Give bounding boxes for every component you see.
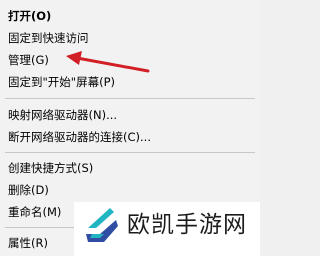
menu-item-delete[interactable]: 删除(D) — [0, 179, 260, 201]
menu-item-pin-quick-access[interactable]: 固定到快速访问 — [0, 27, 260, 49]
menu-item-map-drive[interactable]: 映射网络驱动器(N)... — [0, 104, 260, 126]
menu-separator — [5, 152, 255, 153]
watermark-text: 欧凯手游网 — [127, 212, 247, 238]
menu-item-disconnect-drive[interactable]: 断开网络驱动器的连接(C)... — [0, 126, 260, 148]
menu-item-open[interactable]: 打开(O) — [0, 5, 260, 27]
menu-item-manage[interactable]: 管理(G) — [0, 49, 260, 71]
menu-item-create-shortcut[interactable]: 创建快捷方式(S) — [0, 157, 260, 179]
watermark-logo-icon — [86, 208, 118, 242]
menu-separator — [5, 98, 255, 99]
menu-item-pin-start[interactable]: 固定到"开始"屏幕(P) — [0, 71, 260, 93]
